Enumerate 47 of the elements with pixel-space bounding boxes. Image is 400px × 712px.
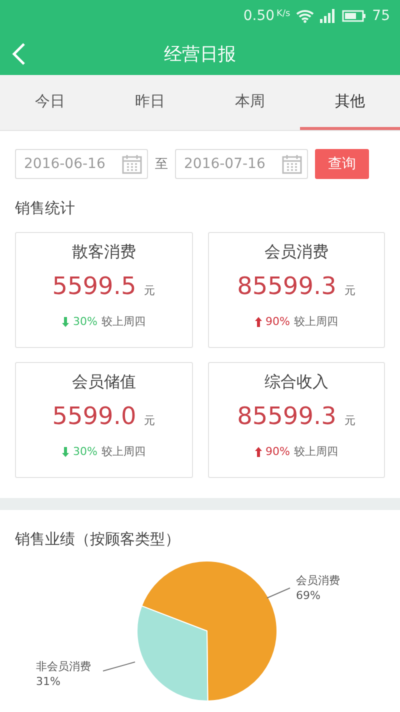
change-percent: 30%: [73, 315, 98, 328]
tab[interactable]: 本周: [200, 75, 300, 130]
calendar-icon[interactable]: [122, 154, 142, 174]
down-arrow-icon: [62, 446, 70, 456]
battery-level: 75: [372, 8, 390, 24]
speed-unit: K/s: [276, 9, 290, 19]
wifi-icon: [296, 9, 314, 23]
calendar-icon[interactable]: [282, 154, 302, 174]
currency-unit: 元: [144, 283, 156, 298]
up-arrow-icon: [254, 446, 262, 456]
range-separator: 至: [155, 156, 168, 173]
down-arrow-icon: [62, 316, 70, 326]
stat-title: 散客消费: [72, 242, 136, 263]
stat-title: 会员储值: [72, 372, 136, 393]
compare-label: 较上周四: [294, 314, 338, 329]
stat-title: 综合收入: [264, 372, 328, 393]
change-percent: 90%: [266, 315, 290, 328]
battery-icon: [342, 10, 366, 22]
leader-line: [266, 588, 290, 598]
stat-value: 85599.3: [237, 272, 336, 300]
compare-label: 较上周四: [294, 444, 338, 459]
change-percent: 90%: [266, 445, 290, 458]
section-title: 销售统计: [14, 198, 76, 218]
page-title: 经营日报: [164, 42, 236, 66]
stat-title: 会员消费: [264, 242, 328, 263]
slice-label: 非会员消费: [36, 659, 91, 674]
section-title: 销售业绩（按顾客类型）: [14, 529, 181, 549]
compare-label: 较上周四: [101, 314, 146, 329]
stat-value: 5599.0: [52, 402, 136, 430]
currency-unit: 元: [344, 413, 356, 428]
slice-value: 69%: [296, 588, 322, 604]
slice-value: 31%: [36, 674, 62, 690]
change-percent: 30%: [73, 445, 98, 458]
back-icon[interactable]: [12, 42, 26, 66]
tab[interactable]: 今日: [0, 75, 100, 130]
stat-value: 85599.3: [237, 402, 336, 430]
leader-line: [102, 662, 136, 672]
up-arrow-icon: [254, 316, 262, 326]
stat-value: 5599.5: [52, 272, 136, 300]
currency-unit: 元: [344, 283, 356, 298]
signal-icon: [320, 9, 336, 23]
currency-unit: 元: [144, 413, 156, 428]
tab[interactable]: 其他: [300, 75, 400, 130]
tab[interactable]: 昨日: [100, 75, 200, 130]
network-speed: 0.50: [243, 8, 275, 24]
compare-label: 较上周四: [101, 444, 146, 459]
slice-label: 会员消费: [296, 573, 340, 588]
